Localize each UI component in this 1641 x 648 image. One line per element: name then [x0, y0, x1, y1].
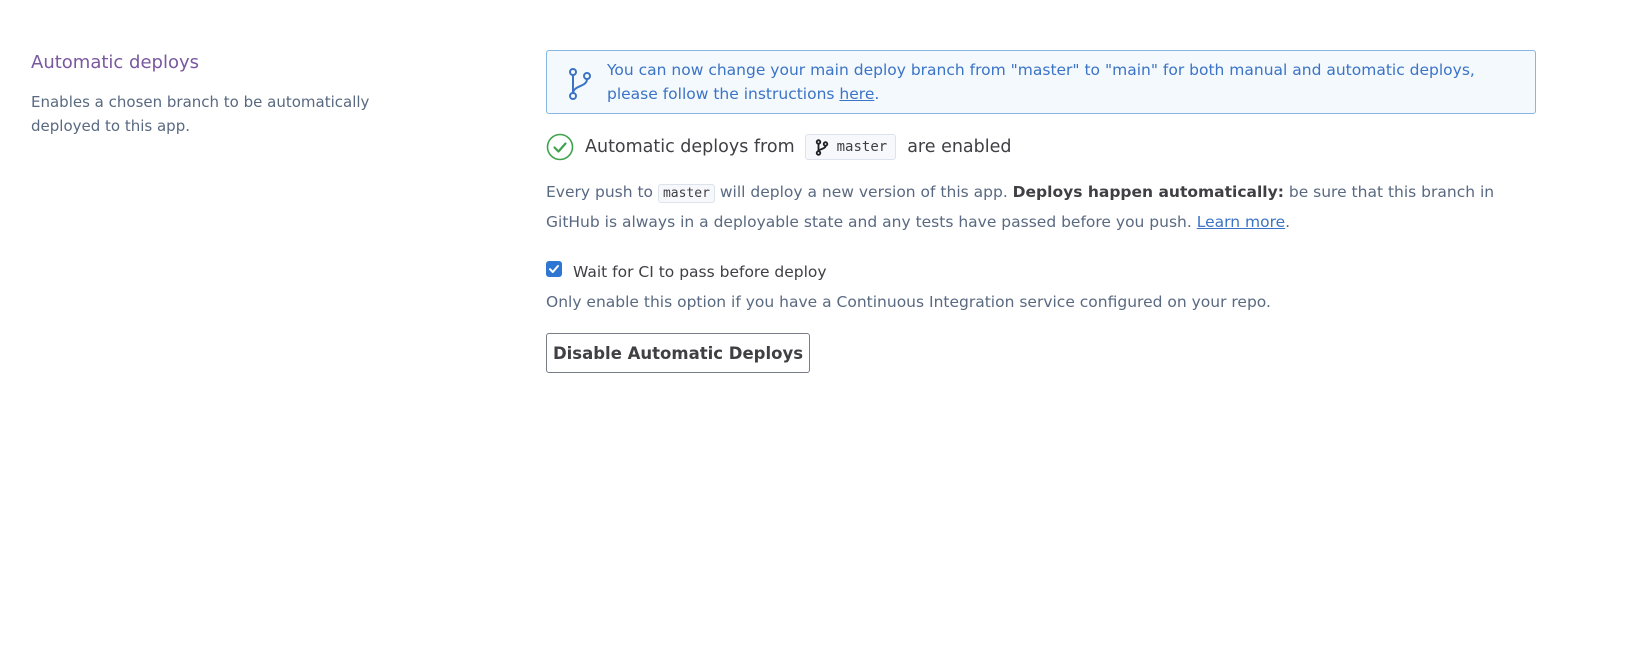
section-info: Automatic deploys Enables a chosen branc… [31, 50, 411, 138]
info-banner-message: You can now change your main deploy bran… [607, 61, 1475, 103]
desc-text-1: Every push to [546, 183, 658, 201]
desc-end: . [1285, 213, 1291, 231]
wait-for-ci-help: Only enable this option if you have a Co… [546, 293, 1271, 311]
status-prefix: Automatic deploys from [585, 137, 795, 157]
branch-code: master [657, 184, 715, 203]
section-title: Automatic deploys [31, 52, 200, 73]
status-suffix: are enabled [907, 137, 1012, 157]
info-banner-text: You can now change your main deploy bran… [607, 58, 1515, 106]
branch-chip: master [804, 134, 897, 160]
section-description: Enables a chosen branch to be automatica… [31, 93, 370, 135]
branch-name: master [836, 139, 888, 155]
learn-more-link[interactable]: Learn more [1197, 213, 1285, 231]
wait-for-ci-option[interactable]: Wait for CI to pass before deploy [546, 260, 827, 284]
checkmark-icon [549, 265, 559, 273]
info-banner-suffix: . [874, 85, 880, 103]
auto-deploy-description: Every push to master will deploy a new v… [546, 178, 1536, 237]
git-branch-icon [569, 68, 591, 100]
info-banner: You can now change your main deploy bran… [546, 50, 1536, 114]
disable-automatic-deploys-button[interactable]: Disable Automatic Deploys [546, 333, 810, 373]
desc-text-2: will deploy a new version of this app. [714, 183, 1013, 201]
instructions-link[interactable]: here [839, 85, 874, 103]
wait-for-ci-checkbox[interactable] [546, 261, 562, 277]
auto-deploy-status: Automatic deploys from master are enable… [546, 132, 1012, 162]
desc-bold-text: Deploys happen automatically: [1012, 183, 1284, 201]
wait-for-ci-label[interactable]: Wait for CI to pass before deploy [573, 260, 827, 284]
check-circle-icon [546, 133, 574, 161]
automatic-deploys-panel: You can now change your main deploy bran… [546, 50, 1536, 373]
git-branch-icon [815, 138, 828, 156]
